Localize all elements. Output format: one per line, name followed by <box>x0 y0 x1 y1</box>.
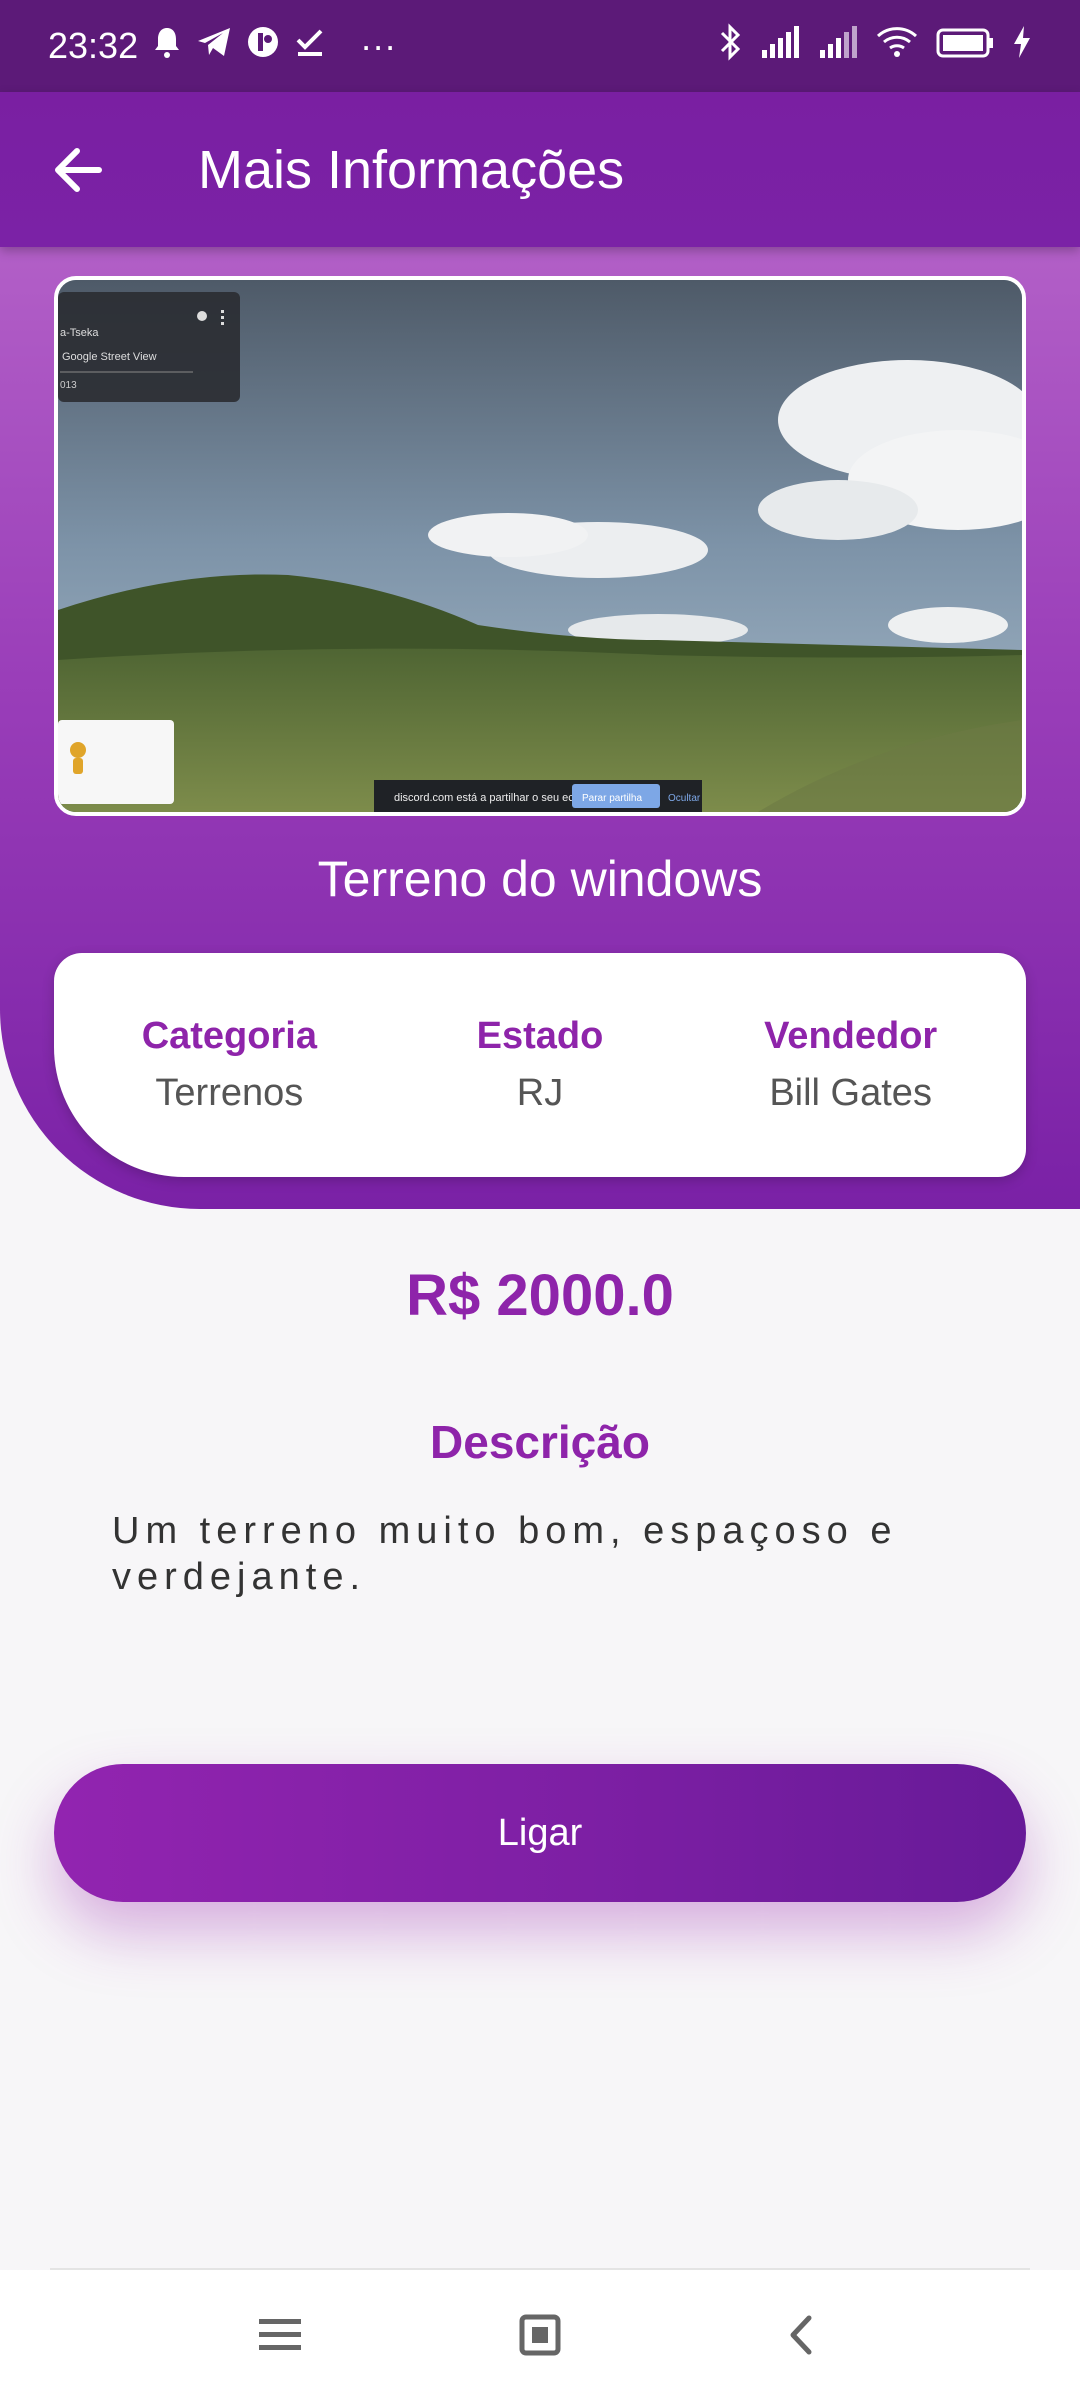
menu-icon <box>259 2319 301 2350</box>
call-button[interactable]: Ligar <box>54 1764 1026 1902</box>
category-value: Terrenos <box>155 1072 304 1114</box>
more-notifications: ··· <box>360 25 397 66</box>
listing-title: Terreno do windows <box>317 851 763 907</box>
price: R$ 2000.0 <box>406 1263 674 1328</box>
system-nav-bar <box>0 2270 1080 2400</box>
info-seller: Vendedor Bill Gates <box>711 1015 991 1115</box>
wifi-icon <box>876 25 918 67</box>
seller-label: Vendedor <box>764 1015 938 1057</box>
info-state: Estado RJ <box>400 1015 680 1115</box>
menu-button[interactable] <box>235 2290 325 2380</box>
pegman-icon <box>70 742 86 758</box>
alarm-icon <box>152 25 182 68</box>
seller-value: Bill Gates <box>769 1072 932 1114</box>
signal-icon-2 <box>818 25 858 67</box>
hide-share-button[interactable]: Ocultar <box>668 793 701 804</box>
photo-panel-line2: Google Street View <box>62 351 157 363</box>
check-icon <box>294 25 326 67</box>
home-icon <box>519 2314 561 2356</box>
photo-panel-line3: 013 <box>60 380 77 391</box>
call-button-label: Ligar <box>497 1811 583 1854</box>
state-value: RJ <box>516 1072 564 1114</box>
arrow-left-icon <box>55 147 102 192</box>
share-banner-text: discord.com está a partilhar o seu ecrã. <box>394 792 587 804</box>
description-title: Descrição <box>430 1416 650 1468</box>
home-button[interactable] <box>495 2290 585 2380</box>
back-button[interactable] <box>28 120 128 220</box>
info-card: Categoria Terrenos Estado RJ Vendedor Bi… <box>54 953 1026 1177</box>
svg-text:Parar partilha: Parar partilha <box>582 793 642 804</box>
location-pin-icon <box>197 311 207 321</box>
description-text: Um terreno muito bom, espaçoso e verdeja… <box>112 1510 898 1598</box>
status-time: 23:32 <box>48 25 139 66</box>
listing-photo[interactable]: a-Tseka Google Street View 013 discord.c… <box>54 276 1026 816</box>
signal-icon <box>760 25 800 67</box>
bluetooth-icon <box>718 22 742 70</box>
info-category: Categoria Terrenos <box>90 1015 370 1115</box>
category-label: Categoria <box>141 1015 317 1057</box>
app-icon <box>246 25 280 68</box>
back-icon <box>790 2315 812 2355</box>
photo-panel-line1: a-Tseka <box>60 327 99 339</box>
telegram-icon <box>196 25 232 67</box>
back-nav-button[interactable] <box>755 2290 845 2380</box>
state-label: Estado <box>476 1015 604 1057</box>
battery-icon <box>936 25 994 67</box>
status-bar: 23:32 ··· <box>0 0 1080 92</box>
page-title: Mais Informações <box>198 139 625 200</box>
app-bar: Mais Informações <box>0 92 1080 247</box>
charging-icon <box>1012 25 1032 67</box>
